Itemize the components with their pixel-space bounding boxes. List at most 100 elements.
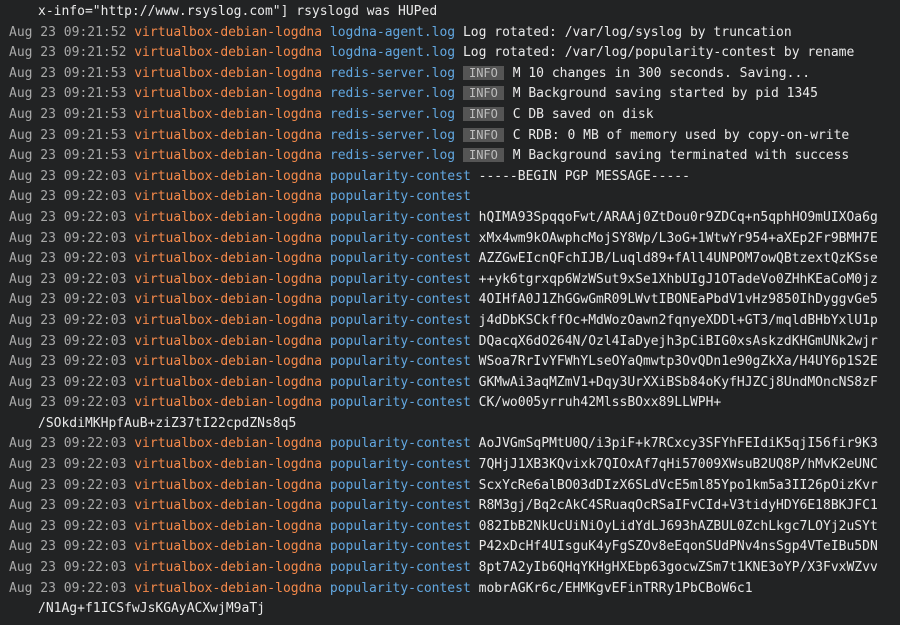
log-host-link[interactable]: virtualbox-debian-logdna	[134, 251, 322, 266]
log-host-link[interactable]: virtualbox-debian-logdna	[134, 581, 322, 596]
log-app-link[interactable]: popularity-contest	[330, 478, 471, 493]
log-line: Aug 23 09:22:03 virtualbox-debian-logdna…	[0, 249, 900, 270]
log-app-link[interactable]: popularity-contest	[330, 436, 471, 451]
log-app-link[interactable]: redis-server.log	[330, 86, 455, 101]
log-timestamp: Aug 23 09:21:52	[9, 24, 127, 40]
log-message: CK/wo005yrruh42MlssBOxx89LLWPH+	[478, 395, 722, 411]
log-line: Aug 23 09:22:03 virtualbox-debian-logdna…	[0, 434, 900, 455]
log-timestamp: Aug 23 09:22:03	[9, 333, 127, 349]
log-host-link[interactable]: virtualbox-debian-logdna	[134, 86, 322, 101]
log-timestamp: Aug 23 09:22:03	[9, 292, 127, 308]
log-message: 8pt7A2yIb6QHqYKHgHXEbp63gocwZSm7t1KNE3oY…	[478, 560, 878, 576]
log-message: /N1Ag+f1ICSfwJsKGAyACXwjM9aTj	[38, 601, 265, 617]
log-message: M Background saving started by pid 1345	[512, 86, 818, 102]
log-app-link[interactable]: popularity-contest	[330, 581, 471, 596]
log-app-link[interactable]: logdna-agent.log	[330, 25, 455, 40]
log-app-link[interactable]: logdna-agent.log	[330, 45, 455, 60]
log-timestamp: Aug 23 09:22:03	[9, 457, 127, 473]
log-timestamp: Aug 23 09:21:52	[9, 45, 127, 61]
log-message: C RDB: 0 MB of memory used by copy-on-wr…	[512, 127, 850, 143]
log-app-link[interactable]: popularity-contest	[330, 210, 471, 225]
log-message: AZZGwEIcnQFchIJB/Luqld89+fAll4UNPOM7owQB…	[478, 251, 878, 267]
log-message: 4OIHfA0J1ZhGGwGmR09LWvtIBONEaPbdV1vHz985…	[478, 292, 878, 308]
log-viewer[interactable]: x-info="http://www.rsyslog.com"] rsyslog…	[0, 0, 900, 625]
log-host-link[interactable]: virtualbox-debian-logdna	[134, 45, 322, 60]
log-message: Log rotated: /var/log/syslog by truncati…	[462, 24, 792, 40]
log-host-link[interactable]: virtualbox-debian-logdna	[134, 395, 322, 410]
log-host-link[interactable]: virtualbox-debian-logdna	[134, 210, 322, 225]
log-app-link[interactable]: popularity-contest	[330, 251, 471, 266]
log-host-link[interactable]: virtualbox-debian-logdna	[134, 436, 322, 451]
log-app-link[interactable]: popularity-contest	[330, 457, 471, 472]
log-timestamp: Aug 23 09:22:03	[9, 395, 127, 411]
log-line: Aug 23 09:22:03 virtualbox-debian-logdna…	[0, 579, 900, 600]
log-host-link[interactable]: virtualbox-debian-logdna	[134, 519, 322, 534]
log-host-link[interactable]: virtualbox-debian-logdna	[134, 66, 322, 81]
log-timestamp: Aug 23 09:22:03	[9, 477, 127, 493]
log-app-link[interactable]: popularity-contest	[330, 189, 471, 204]
log-message: -----BEGIN PGP MESSAGE-----	[478, 168, 690, 184]
log-message: C DB saved on disk	[512, 106, 654, 122]
log-line: Aug 23 09:22:03 virtualbox-debian-logdna…	[0, 455, 900, 476]
log-host-link[interactable]: virtualbox-debian-logdna	[134, 334, 322, 349]
log-timestamp: Aug 23 09:22:03	[9, 498, 127, 514]
log-message: GKMwAi3aqMZmV1+Dqy3UrXXiBSb84oKyfHJZCj8U…	[478, 374, 878, 390]
log-app-link[interactable]: popularity-contest	[330, 560, 471, 575]
log-timestamp: Aug 23 09:22:03	[9, 354, 127, 370]
log-line: Aug 23 09:22:03 virtualbox-debian-logdna…	[0, 290, 900, 311]
log-host-link[interactable]: virtualbox-debian-logdna	[134, 292, 322, 307]
log-app-link[interactable]: redis-server.log	[330, 107, 455, 122]
log-app-link[interactable]: popularity-contest	[330, 231, 471, 246]
log-host-link[interactable]: virtualbox-debian-logdna	[134, 375, 322, 390]
log-app-link[interactable]: popularity-contest	[330, 498, 471, 513]
log-host-link[interactable]: virtualbox-debian-logdna	[134, 189, 322, 204]
log-host-link[interactable]: virtualbox-debian-logdna	[134, 354, 322, 369]
log-host-link[interactable]: virtualbox-debian-logdna	[134, 272, 322, 287]
log-line: Aug 23 09:22:03 virtualbox-debian-logdna…	[0, 311, 900, 332]
log-app-link[interactable]: popularity-contest	[330, 292, 471, 307]
log-host-link[interactable]: virtualbox-debian-logdna	[134, 457, 322, 472]
log-app-link[interactable]: popularity-contest	[330, 313, 471, 328]
log-timestamp: Aug 23 09:22:03	[9, 436, 127, 452]
log-message: 7QHjJ1XB3KQvixk7QIOxAf7qHi57009XWsuB2UQ8…	[478, 457, 878, 473]
log-host-link[interactable]: virtualbox-debian-logdna	[134, 107, 322, 122]
log-app-link[interactable]: redis-server.log	[330, 148, 455, 163]
log-app-link[interactable]: popularity-contest	[330, 169, 471, 184]
log-message: AoJVGmSqPMtU0Q/i3piF+k7RCxcy3SFYhFEIdiK5…	[478, 436, 878, 452]
log-timestamp: Aug 23 09:22:03	[9, 312, 127, 328]
log-host-link[interactable]: virtualbox-debian-logdna	[134, 313, 322, 328]
log-host-link[interactable]: virtualbox-debian-logdna	[134, 231, 322, 246]
log-app-link[interactable]: popularity-contest	[330, 375, 471, 390]
log-line: Aug 23 09:21:53 virtualbox-debian-logdna…	[0, 146, 900, 167]
log-host-link[interactable]: virtualbox-debian-logdna	[134, 25, 322, 40]
log-app-link[interactable]: redis-server.log	[330, 128, 455, 143]
log-host-link[interactable]: virtualbox-debian-logdna	[134, 148, 322, 163]
log-host-link[interactable]: virtualbox-debian-logdna	[134, 539, 322, 554]
log-app-link[interactable]: redis-server.log	[330, 66, 455, 81]
log-level-badge: INFO	[462, 148, 504, 163]
log-timestamp: Aug 23 09:22:03	[9, 209, 127, 225]
log-host-link[interactable]: virtualbox-debian-logdna	[134, 498, 322, 513]
log-line: Aug 23 09:21:53 virtualbox-debian-logdna…	[0, 84, 900, 105]
log-host-link[interactable]: virtualbox-debian-logdna	[134, 478, 322, 493]
log-timestamp: Aug 23 09:22:03	[9, 230, 127, 246]
log-line: Aug 23 09:21:52 virtualbox-debian-logdna…	[0, 23, 900, 44]
log-app-link[interactable]: popularity-contest	[330, 539, 471, 554]
log-host-link[interactable]: virtualbox-debian-logdna	[134, 560, 322, 575]
log-timestamp: Aug 23 09:21:53	[9, 86, 127, 102]
log-app-link[interactable]: popularity-contest	[330, 519, 471, 534]
log-timestamp: Aug 23 09:22:03	[9, 518, 127, 534]
log-app-link[interactable]: popularity-contest	[330, 334, 471, 349]
log-timestamp: Aug 23 09:22:03	[9, 580, 127, 596]
log-host-link[interactable]: virtualbox-debian-logdna	[134, 169, 322, 184]
log-host-link[interactable]: virtualbox-debian-logdna	[134, 128, 322, 143]
log-line: Aug 23 09:22:03 virtualbox-debian-logdna…	[0, 332, 900, 353]
log-app-link[interactable]: popularity-contest	[330, 395, 471, 410]
log-app-link[interactable]: popularity-contest	[330, 272, 471, 287]
log-timestamp: Aug 23 09:21:53	[9, 65, 127, 81]
log-message: P42xDcHf4UIsguK4yFgSZOv8eEqonSUdPNv4nsSg…	[478, 539, 878, 555]
log-level-badge: INFO	[462, 65, 504, 80]
log-message: R8M3gj/Bq2cAkC4SRuaqOcRSaIFvCId+V3tidyHD…	[478, 498, 878, 514]
log-message: M Background saving terminated with succ…	[512, 148, 850, 164]
log-app-link[interactable]: popularity-contest	[330, 354, 471, 369]
